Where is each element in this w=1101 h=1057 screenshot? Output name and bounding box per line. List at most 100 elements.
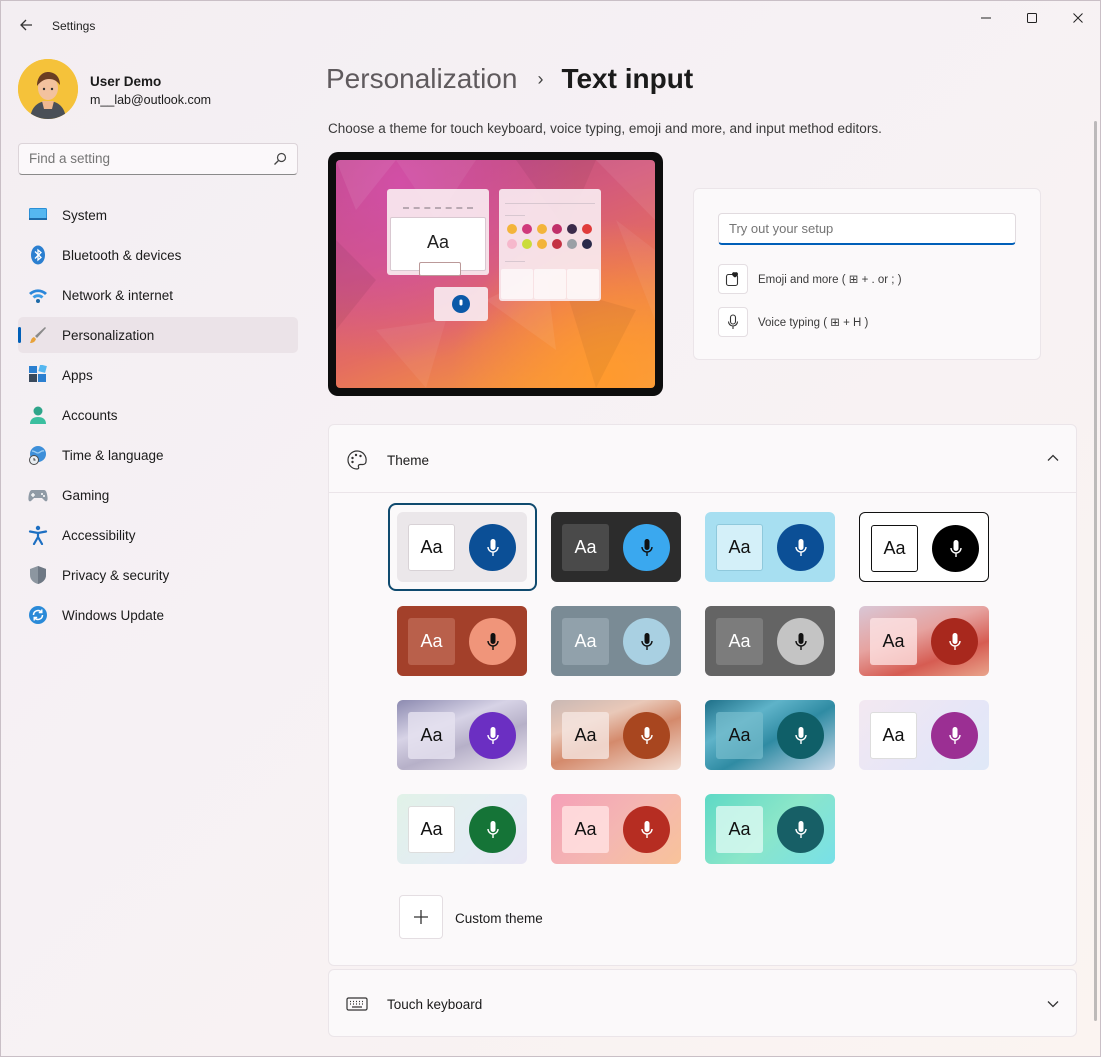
- theme-swatch-blossom[interactable]: Aa: [551, 794, 681, 864]
- preview-tile: [567, 269, 599, 299]
- theme-swatch-aqua[interactable]: Aa: [705, 512, 835, 582]
- custom-theme-button[interactable]: Custom theme: [399, 895, 619, 939]
- user-name: User Demo: [90, 74, 162, 89]
- theme-swatch-teal[interactable]: Aa: [705, 794, 835, 864]
- title-bar: Settings: [1, 1, 1100, 49]
- sidebar-item-label: Personalization: [62, 328, 155, 343]
- preview-sample-text: Aa: [427, 232, 450, 252]
- theme-swatch-slate[interactable]: Aa: [551, 606, 681, 676]
- back-button[interactable]: [11, 11, 41, 39]
- preview-tile: [501, 269, 533, 299]
- theme-aa-sample: Aa: [562, 618, 609, 665]
- avatar-illustration-icon: [18, 59, 78, 119]
- sidebar-item-personalization[interactable]: Personalization: [18, 317, 298, 353]
- sidebar-item-gaming[interactable]: Gaming: [18, 477, 298, 513]
- brush-icon: [30, 327, 46, 343]
- preview-text-box: Aa: [390, 217, 486, 276]
- theme-aa-sample: Aa: [870, 618, 917, 665]
- preview-line: [505, 203, 595, 204]
- search-box[interactable]: [18, 143, 298, 175]
- theme-swatch-sand[interactable]: Aa: [551, 700, 681, 770]
- mic-icon: [794, 726, 807, 744]
- maximize-icon: [1027, 13, 1037, 23]
- update-icon: [29, 606, 47, 624]
- sidebar-item-label: Apps: [62, 368, 93, 383]
- theme-header[interactable]: Theme: [329, 425, 1076, 493]
- theme-mic-button: [931, 712, 978, 759]
- voice-shortcut-row[interactable]: Voice typing ( ⊞ + H ): [718, 307, 1018, 337]
- sidebar-item-network[interactable]: Network & internet: [18, 277, 298, 313]
- sidebar-item-bluetooth[interactable]: Bluetooth & devices: [18, 237, 298, 273]
- sidebar-item-time-language[interactable]: Time & language: [18, 437, 298, 473]
- search-input[interactable]: [29, 151, 259, 166]
- theme-swatch-ocean[interactable]: Aa: [705, 700, 835, 770]
- theme-swatch-light[interactable]: Aa: [397, 512, 527, 582]
- preview-voice-card: [434, 287, 488, 321]
- breadcrumb: Personalization › Text input: [326, 59, 693, 99]
- theme-aa-sample: Aa: [408, 806, 455, 853]
- voice-tile[interactable]: [718, 307, 748, 337]
- avatar: [18, 59, 78, 119]
- theme-swatch-rust[interactable]: Aa: [397, 606, 527, 676]
- theme-swatch-graphite[interactable]: Aa: [705, 606, 835, 676]
- sidebar-item-label: Time & language: [62, 448, 164, 463]
- sidebar-item-windows-update[interactable]: Windows Update: [18, 597, 298, 633]
- theme-mic-button: [469, 524, 516, 571]
- sidebar-item-label: Windows Update: [62, 608, 165, 623]
- preview-wallpaper: Aa: [336, 160, 655, 388]
- theme-mic-button: [623, 618, 670, 665]
- theme-preview: Aa: [328, 152, 663, 396]
- plus-icon[interactable]: [399, 895, 443, 939]
- sidebar-item-system[interactable]: System: [18, 197, 298, 233]
- mic-icon: [948, 726, 961, 744]
- mic-icon: [486, 538, 499, 556]
- theme-swatch-lavender[interactable]: Aa: [397, 700, 527, 770]
- theme-mic-button: [777, 618, 824, 665]
- theme-swatch-orchid[interactable]: Aa: [859, 700, 989, 770]
- add-icon: [414, 910, 428, 924]
- close-icon: [1073, 13, 1083, 23]
- mic-icon: [794, 820, 807, 838]
- sidebar-item-accounts[interactable]: Accounts: [18, 397, 298, 433]
- theme-aa-sample: Aa: [408, 618, 455, 665]
- chevron-up-icon[interactable]: [1046, 451, 1060, 465]
- emoji-shortcut-row[interactable]: Emoji and more ( ⊞ + . or ; ): [718, 264, 1018, 294]
- mic-icon: [640, 820, 653, 838]
- chevron-down-icon[interactable]: [1046, 997, 1060, 1011]
- theme-aa-sample: Aa: [716, 618, 763, 665]
- touch-keyboard-panel[interactable]: Touch keyboard: [328, 969, 1077, 1037]
- breadcrumb-parent[interactable]: Personalization: [326, 63, 517, 95]
- preview-mic-button: [452, 295, 470, 313]
- sidebar-item-apps[interactable]: Apps: [18, 357, 298, 393]
- apps-icon: [29, 365, 47, 382]
- scrollbar[interactable]: [1094, 121, 1097, 1021]
- sidebar-item-accessibility[interactable]: Accessibility: [18, 517, 298, 553]
- close-button[interactable]: [1055, 1, 1101, 35]
- search-icon: [274, 152, 287, 165]
- theme-swatch-high-contrast[interactable]: Aa: [859, 512, 989, 582]
- mic-icon: [486, 820, 499, 838]
- theme-swatch-dark[interactable]: Aa: [551, 512, 681, 582]
- mic-icon: [486, 726, 499, 744]
- wallpaper-pattern: [336, 160, 655, 388]
- preview-line: [505, 261, 525, 262]
- accessibility-icon: [28, 525, 48, 545]
- minimize-button[interactable]: [963, 1, 1009, 35]
- palette-icon: [347, 450, 367, 470]
- theme-aa-sample: Aa: [716, 524, 763, 571]
- maximize-button[interactable]: [1009, 1, 1055, 35]
- emoji-tile[interactable]: [718, 264, 748, 294]
- theme-mic-button: [623, 712, 670, 759]
- preview-keyboard-card: Aa: [387, 189, 489, 276]
- theme-swatch-mint[interactable]: Aa: [397, 794, 527, 864]
- tryout-input[interactable]: [718, 213, 1016, 245]
- preview-button: [419, 262, 461, 276]
- user-profile[interactable]: User Demo m__lab@outlook.com: [18, 59, 298, 119]
- theme-swatch-sunset[interactable]: Aa: [859, 606, 989, 676]
- theme-section-title: Theme: [387, 453, 430, 468]
- settings-window: Settings User Demo m__lab@outlook.com Fi…: [0, 0, 1101, 1057]
- sidebar-item-privacy-security[interactable]: Privacy & security: [18, 557, 298, 593]
- theme-aa-sample: Aa: [870, 712, 917, 759]
- sidebar-item-label: Accessibility: [62, 528, 136, 543]
- theme-aa-sample: Aa: [408, 712, 455, 759]
